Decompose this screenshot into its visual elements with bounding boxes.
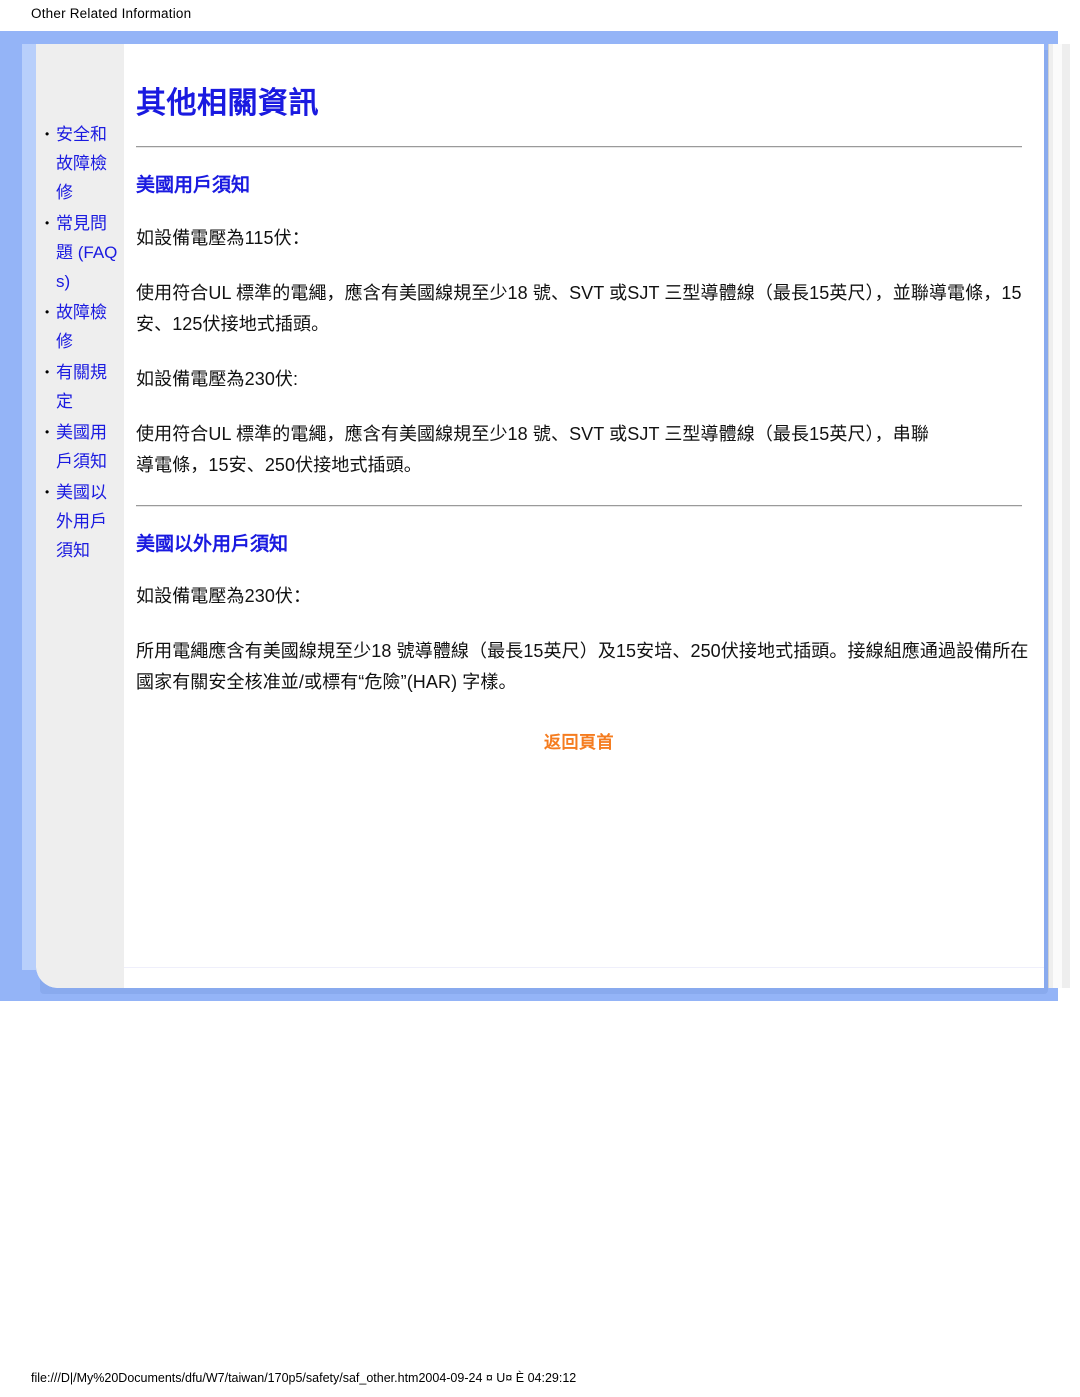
browser-page-header: Other Related Information xyxy=(0,0,1080,31)
paragraph-230v-detail: 使用符合UL 標準的電繩，應含有美國線規至少18 號、SVT 或SJT 三型導體… xyxy=(136,423,929,475)
scrollbar-thumb[interactable] xyxy=(1053,44,1062,988)
frame-top-gap xyxy=(0,31,1058,44)
sidebar-item-label: 常見問題 (FAQs) xyxy=(56,214,118,291)
sidebar-item-safety-troubleshooting[interactable]: 安全和故障檢修 xyxy=(36,120,124,207)
sidebar-item-label: 故障檢修 xyxy=(56,303,107,351)
paragraph-non-us-230v-intro: 如設備電壓為230伏： xyxy=(136,586,312,607)
paragraph-230v-intro: 如設備電壓為230伏: xyxy=(136,368,299,389)
sidebar-item-label: 美國用戶須知 xyxy=(56,423,107,471)
back-to-top-link[interactable]: 返回頁首 xyxy=(544,733,614,752)
frame-left-accent-strip xyxy=(22,44,36,970)
paragraph-115v-detail: 使用符合UL 標準的電繩，應含有美國線規至少18 號、SVT 或SJT 三型導體… xyxy=(136,282,1022,334)
page-scrollbar-strip[interactable] xyxy=(1048,44,1070,988)
sidebar-item-non-us-users[interactable]: 美國以外用戶須知 xyxy=(36,478,124,565)
sidebar-item-faqs[interactable]: 常見問題 (FAQs) xyxy=(36,209,124,296)
main-content: 其他相關資訊 美國用戶須知 如設備電壓為115伏： 使用符合UL 標準的電繩，應… xyxy=(124,44,1044,988)
sidebar-item-regulatory[interactable]: 有關規定 xyxy=(36,358,124,416)
paragraph-non-us-cord-detail: 所用電繩應含有美國線規至少18 號導體線（最長15英尺）及15安培、250伏接地… xyxy=(136,641,1029,693)
section-heading-non-us-users: 美國以外用戶須知 xyxy=(136,533,289,555)
sidebar-item-label: 安全和故障檢修 xyxy=(56,125,107,202)
paragraph-115v-intro: 如設備電壓為115伏： xyxy=(136,227,310,248)
page-title: 其他相關資訊 xyxy=(136,87,319,120)
sidebar-item-list: 安全和故障檢修 常見問題 (FAQs) 故障檢修 有關規定 美國用戶須知 美國以… xyxy=(36,120,124,567)
back-to-top-container: 返回頁首 xyxy=(136,698,1022,753)
page-footer: file:///D|/My%20Documents/dfu/W7/taiwan/… xyxy=(0,1361,1080,1397)
sidebar-nav: 安全和故障檢修 常見問題 (FAQs) 故障檢修 有關規定 美國用戶須知 美國以… xyxy=(36,44,124,988)
sidebar-item-troubleshooting[interactable]: 故障檢修 xyxy=(36,298,124,356)
card-bottom-divider xyxy=(124,967,1044,968)
sidebar-item-us-users[interactable]: 美國用戶須知 xyxy=(36,418,124,476)
footer-path-and-timestamp: file:///D|/My%20Documents/dfu/W7/taiwan/… xyxy=(31,1371,577,1385)
sidebar-item-label: 有關規定 xyxy=(56,363,107,411)
page-header-title: Other Related Information xyxy=(31,6,192,21)
sidebar-item-label: 美國以外用戶須知 xyxy=(56,483,107,560)
content-card: 安全和故障檢修 常見問題 (FAQs) 故障檢修 有關規定 美國用戶須知 美國以… xyxy=(36,44,1044,988)
section-heading-us-users: 美國用戶須知 xyxy=(136,175,251,196)
